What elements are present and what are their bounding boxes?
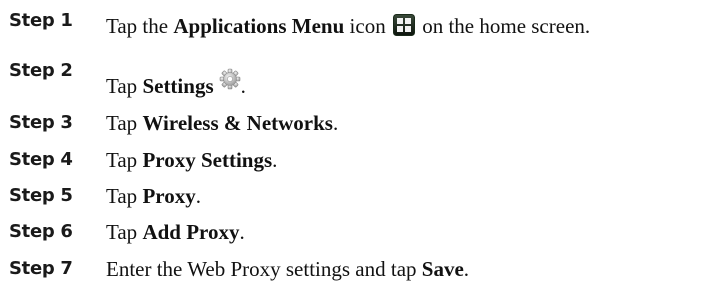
ui-term: Wireless & Networks	[142, 111, 333, 135]
instruction-text: Enter the Web Proxy settings and tap	[106, 257, 422, 281]
step-instruction: Tap Proxy Settings.	[106, 148, 277, 173]
step-label: Step 2	[9, 60, 73, 81]
step-label: Step 1	[9, 10, 73, 31]
instruction-text: Tap	[106, 111, 143, 135]
ui-term: Proxy	[142, 184, 196, 208]
ui-term: Save	[421, 257, 464, 281]
instruction-text: Tap the	[106, 14, 174, 38]
instruction-text: icon	[344, 14, 386, 38]
step-label: Step 7	[9, 258, 73, 279]
step-5: Step 5 Tap Proxy.	[0, 180, 719, 210]
step-instruction: Tap Settings .	[106, 68, 246, 99]
instruction-text: Tap	[106, 148, 143, 172]
instruction-text: Tap	[106, 74, 143, 98]
instruction-text: .	[463, 257, 470, 281]
ui-term: Settings	[142, 74, 214, 98]
procedure-steps: Step 1 Tap the Applications Menu icon on…	[0, 0, 719, 293]
step-label: Step 5	[9, 185, 73, 206]
step-6: Step 6 Tap Add Proxy.	[0, 216, 719, 246]
step-instruction: Enter the Web Proxy settings and tap Sav…	[106, 257, 469, 282]
step-7: Step 7 Enter the Web Proxy settings and …	[0, 253, 719, 283]
step-label: Step 6	[9, 221, 73, 242]
instruction-text: .	[240, 74, 246, 98]
instruction-text: on the home screen.	[416, 14, 591, 38]
instruction-text: .	[272, 148, 278, 172]
instruction-text: .	[195, 184, 201, 208]
step-4: Step 4 Tap Proxy Settings.	[0, 144, 719, 174]
instruction-text: Tap	[106, 220, 143, 244]
ui-term: Applications Menu	[173, 14, 345, 38]
instruction-text: .	[239, 220, 245, 244]
step-3: Step 3 Tap Wireless & Networks.	[0, 107, 719, 137]
instruction-text: .	[332, 111, 339, 135]
settings-gear-icon	[219, 68, 241, 90]
step-label: Step 3	[9, 112, 73, 133]
step-label: Step 4	[9, 149, 73, 170]
instruction-text: Tap	[106, 184, 143, 208]
step-1: Step 1 Tap the Applications Menu icon on…	[0, 0, 719, 38]
step-instruction: Tap Proxy.	[106, 184, 201, 209]
ui-term: Add Proxy	[142, 220, 240, 244]
step-2: Step 2 Tap Settings .	[0, 50, 719, 98]
step-instruction: Tap the Applications Menu icon on the ho…	[106, 14, 590, 39]
step-instruction: Tap Wireless & Networks.	[106, 111, 338, 136]
applications-menu-icon	[392, 14, 415, 36]
ui-term: Proxy Settings	[142, 148, 273, 172]
step-instruction: Tap Add Proxy.	[106, 220, 245, 245]
